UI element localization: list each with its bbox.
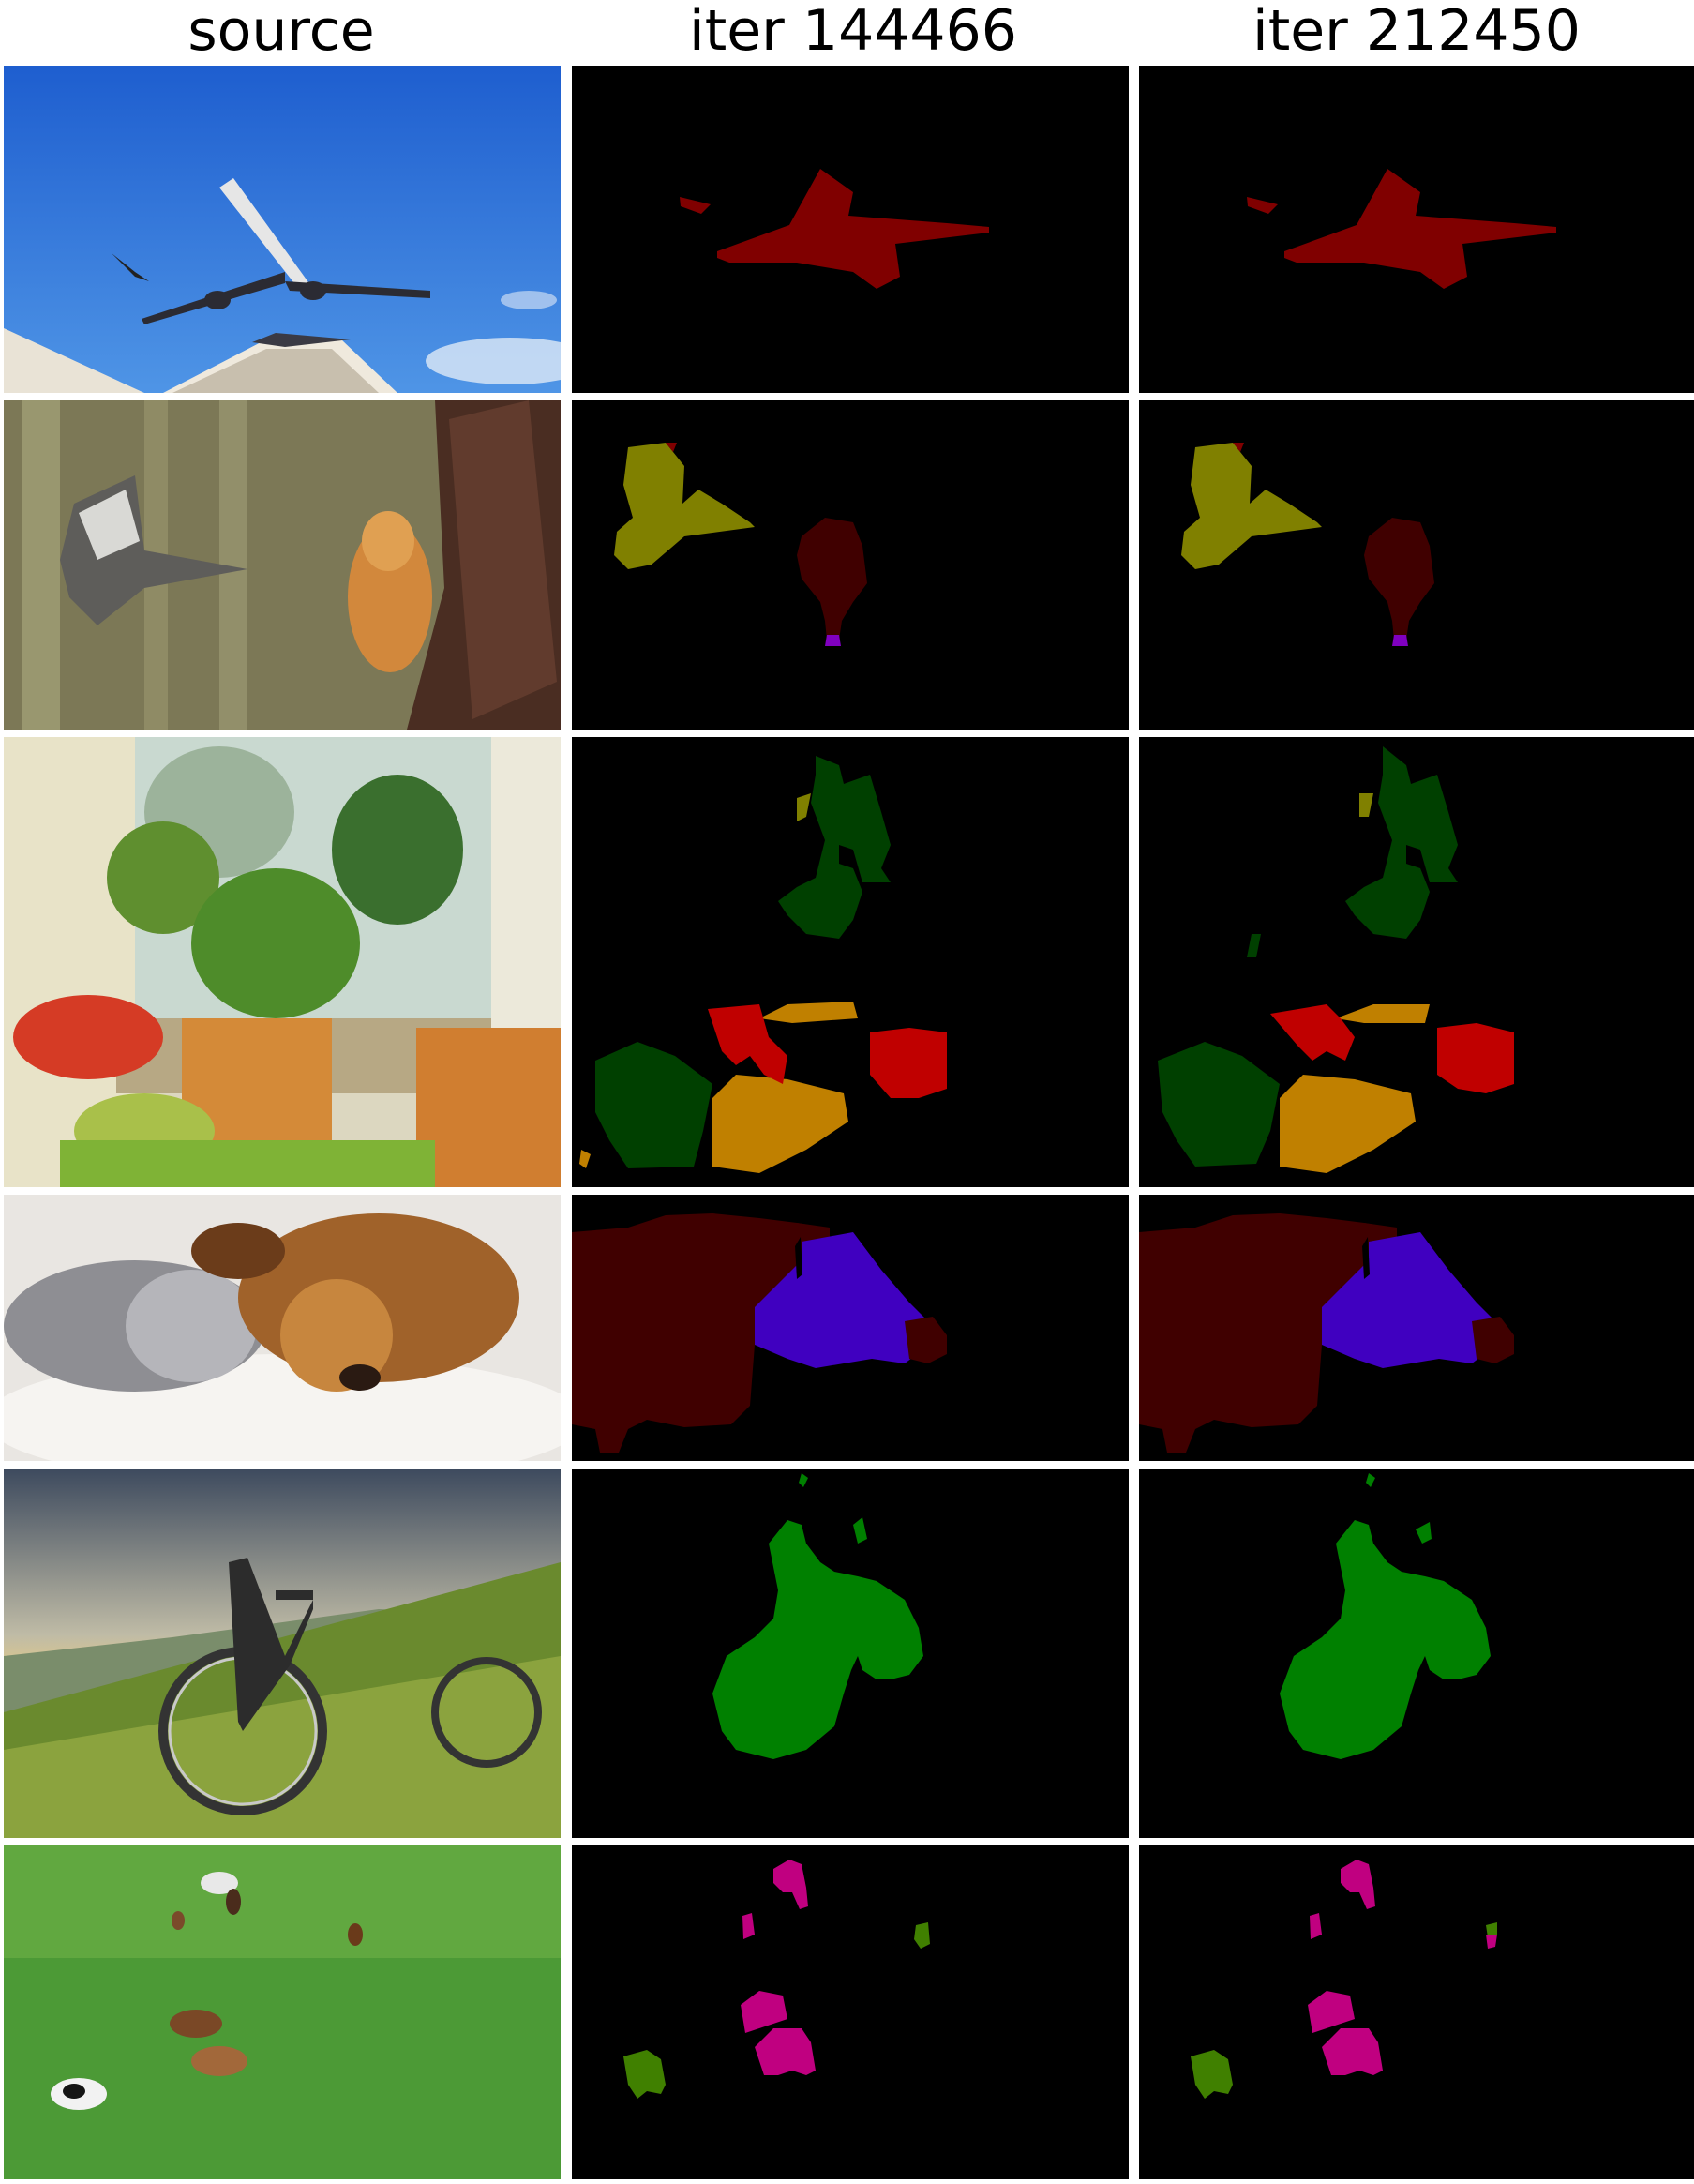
segmentation-bird-cat-iter-144466	[572, 400, 1129, 730]
iter-212450-column-header: iter 212450	[1252, 0, 1581, 64]
source-image-dining-table	[4, 737, 561, 1187]
segmentation-airplane-iter-212450	[1139, 66, 1694, 393]
segmentation-dining-table-iter-144466	[572, 737, 1129, 1187]
segmentation-dining-table-iter-212450	[1139, 737, 1694, 1187]
source-image-horses	[4, 1845, 561, 2179]
segmentation-bird-cat-iter-212450	[1139, 400, 1694, 730]
source-column-header: source	[187, 0, 375, 64]
segmentation-bicycle-iter-212450	[1139, 1469, 1694, 1838]
segmentation-cat-dog-iter-144466	[572, 1195, 1129, 1461]
source-image-bicycle	[4, 1469, 561, 1838]
segmentation-airplane-iter-144466	[572, 66, 1129, 393]
segmentation-bicycle-iter-144466	[572, 1469, 1129, 1838]
source-image-cat-dog	[4, 1195, 561, 1461]
segmentation-cat-dog-iter-212450	[1139, 1195, 1694, 1461]
segmentation-horses-iter-212450	[1139, 1845, 1694, 2179]
source-image-airplane	[4, 66, 561, 393]
iter-144466-column-header: iter 144466	[689, 0, 1017, 64]
segmentation-horses-iter-144466	[572, 1845, 1129, 2179]
source-image-bird-cat	[4, 400, 561, 730]
